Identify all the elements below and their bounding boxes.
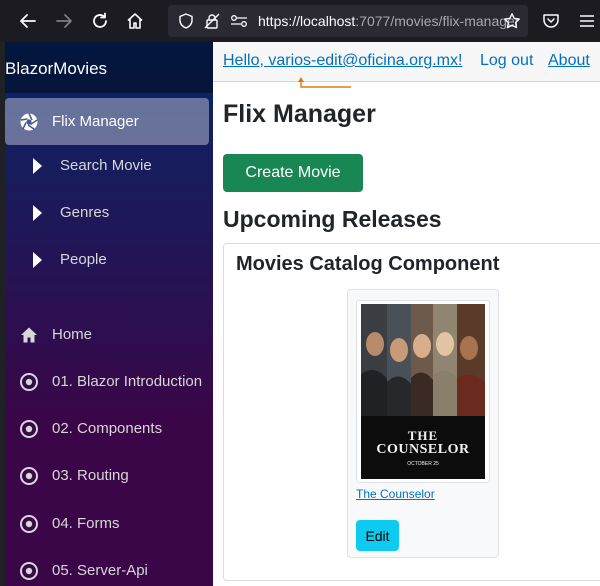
page-title: Flix Manager xyxy=(223,100,376,128)
home-icon xyxy=(19,325,39,345)
insecure-lock-icon[interactable] xyxy=(204,13,220,34)
edit-button[interactable]: Edit xyxy=(356,520,399,551)
main-content: Hello, varios-edit@oficina.org.mx! Log o… xyxy=(213,42,600,586)
target-icon xyxy=(19,419,39,439)
top-row: Hello, varios-edit@oficina.org.mx! Log o… xyxy=(213,42,600,82)
movie-poster[interactable]: THE COUNSELOR OCTOBER 25 xyxy=(361,304,485,479)
sidebar-item-home[interactable]: Home xyxy=(5,311,209,358)
home-page-icon[interactable] xyxy=(120,6,150,36)
sidebar-item-label: 01. Blazor Introduction xyxy=(52,373,203,390)
about-link[interactable]: About xyxy=(548,52,590,70)
url-text[interactable]: https://localhost:7077/movies/flix-manag… xyxy=(258,13,519,29)
sidebar-item-label: Genres xyxy=(60,204,110,221)
target-icon xyxy=(19,466,39,486)
window-edge xyxy=(0,42,5,586)
pocket-icon[interactable] xyxy=(536,6,566,36)
sidebar-item-label: 04. Forms xyxy=(52,515,120,532)
sidebar-item-blazor-introduction[interactable]: 01. Blazor Introduction xyxy=(5,358,209,405)
url-host: https://localhost xyxy=(258,13,356,29)
sidebar-item-forms[interactable]: 04. Forms xyxy=(5,500,209,547)
sidebar-item-label: 05. Server-Api xyxy=(52,562,148,579)
upcoming-releases-heading: Upcoming Releases xyxy=(223,206,442,232)
target-icon xyxy=(19,372,39,392)
shield-icon[interactable] xyxy=(178,13,194,34)
sidebar-item-label: People xyxy=(60,251,107,268)
poster-title-line2: COUNSELOR xyxy=(376,442,470,457)
sidebar-item-label: 02. Components xyxy=(52,420,163,437)
sidebar-brand-bar: BlazorMovies xyxy=(0,42,213,93)
movies-catalog-card: Movies Catalog Component THE COUNSELOR O… xyxy=(223,243,600,581)
sidebar-item-label: Search Movie xyxy=(60,157,152,174)
site-permissions-icon[interactable] xyxy=(230,13,248,34)
forward-arrow-icon[interactable] xyxy=(49,6,79,36)
user-greeting-link[interactable]: Hello, varios-edit@oficina.org.mx! xyxy=(223,52,462,70)
sidebar-item-flix-manager[interactable]: Flix Manager xyxy=(5,98,209,145)
menu-icon[interactable] xyxy=(572,6,600,36)
sidebar: BlazorMovies Flix Manager Search Movie G… xyxy=(0,42,213,586)
movie-card: THE COUNSELOR OCTOBER 25 The Counselor E… xyxy=(347,289,499,558)
url-bar[interactable]: https://localhost:7077/movies/flix-manag… xyxy=(168,5,528,37)
target-icon xyxy=(19,514,39,534)
create-movie-button[interactable]: Create Movie xyxy=(223,154,363,192)
target-icon xyxy=(19,561,39,581)
poster-release-date: OCTOBER 25 xyxy=(407,461,439,467)
sidebar-item-server-api[interactable]: 05. Server-Api xyxy=(5,547,209,586)
aperture-icon xyxy=(19,112,39,132)
bookmark-star-icon[interactable] xyxy=(497,6,527,36)
sidebar-item-label: 03. Routing xyxy=(52,467,129,484)
url-path: :7077/movies/flix-manager xyxy=(355,13,520,29)
annotation-arrow-icon xyxy=(298,77,351,88)
reload-icon[interactable] xyxy=(85,6,115,36)
browser-toolbar: https://localhost:7077/movies/flix-manag… xyxy=(0,0,600,42)
poster-frame: THE COUNSELOR OCTOBER 25 xyxy=(356,300,490,483)
caret-right-icon xyxy=(27,156,47,176)
sidebar-item-routing[interactable]: 03. Routing xyxy=(5,452,209,499)
catalog-title: Movies Catalog Component xyxy=(236,253,500,275)
sidebar-item-search-movie[interactable]: Search Movie xyxy=(5,142,209,189)
movie-title-link[interactable]: The Counselor xyxy=(356,487,435,501)
sidebar-item-label: Flix Manager xyxy=(52,113,139,130)
back-arrow-icon[interactable] xyxy=(13,6,43,36)
caret-right-icon xyxy=(27,250,47,270)
brand-title[interactable]: BlazorMovies xyxy=(5,59,107,79)
caret-right-icon xyxy=(27,203,47,223)
sidebar-item-genres[interactable]: Genres xyxy=(5,189,209,236)
sidebar-item-components[interactable]: 02. Components xyxy=(5,405,209,452)
sidebar-item-label: Home xyxy=(52,326,93,343)
sidebar-item-people[interactable]: People xyxy=(5,236,209,283)
logout-link[interactable]: Log out xyxy=(480,52,533,70)
